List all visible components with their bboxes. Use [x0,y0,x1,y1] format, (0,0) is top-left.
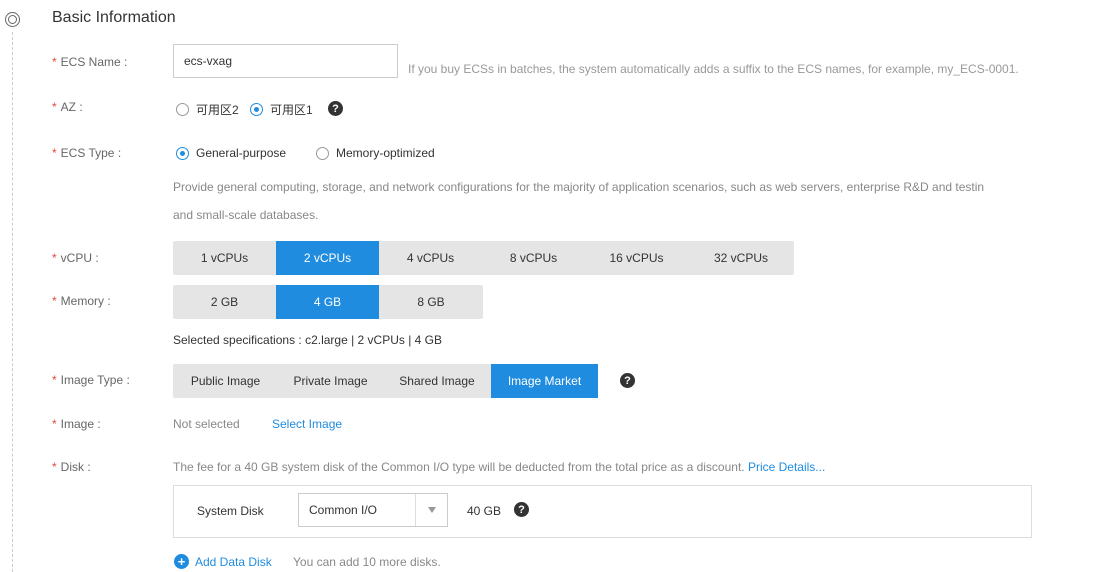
disk-notice: The fee for a 40 GB system disk of the C… [173,460,826,474]
image-type-selector: Public Image Private Image Shared Image … [173,364,598,398]
question-icon[interactable]: ? [514,502,529,517]
section-timeline [12,32,13,572]
disk-label: * Disk : [52,460,91,474]
radio-circle [250,103,263,116]
az-option-1[interactable]: 可用区1 [250,101,313,118]
image-type-market[interactable]: Image Market [491,364,598,398]
ecs-type-memory-optimized[interactable]: Memory-optimized [316,146,435,160]
select-image-link[interactable]: Select Image [272,417,342,431]
image-type-private[interactable]: Private Image [278,364,383,398]
vcpu-selector: 1 vCPUs 2 vCPUs 4 vCPUs 8 vCPUs 16 vCPUs… [173,241,794,275]
plus-circle-icon[interactable]: + [174,554,189,569]
circle-dot-icon [5,12,20,27]
price-details-link[interactable]: Price Details... [748,460,825,474]
add-data-disk-link[interactable]: Add Data Disk [195,555,272,569]
question-icon[interactable]: ? [620,373,635,388]
image-type-label: * Image Type : [52,373,130,387]
vcpu-option-1[interactable]: 1 vCPUs [173,241,276,275]
vcpu-option-8[interactable]: 8 vCPUs [482,241,585,275]
question-icon[interactable]: ? [328,101,343,116]
memory-selector: 2 GB 4 GB 8 GB [173,285,483,319]
vcpu-label: * vCPU : [52,251,99,265]
radio-circle [316,146,329,160]
vcpu-option-16[interactable]: 16 vCPUs [585,241,688,275]
az-option-2[interactable]: 可用区2 [176,101,239,118]
vcpu-option-2[interactable]: 2 vCPUs [276,241,379,275]
add-disk-hint: You can add 10 more disks. [293,555,441,569]
radio-circle [176,103,189,116]
ecs-name-input[interactable] [173,44,398,78]
radio-circle [176,146,189,160]
ecs-type-general-purpose[interactable]: General-purpose [176,146,286,160]
ecs-type-label: * ECS Type : [52,146,122,160]
memory-option-4gb[interactable]: 4 GB [276,285,379,319]
ecs-type-description: Provide general computing, storage, and … [173,180,985,194]
triangle-down-icon [415,494,447,526]
memory-label: * Memory : [52,294,111,308]
image-label: * Image : [52,417,101,431]
ecs-name-label: * ECS Name : [52,55,128,69]
vcpu-option-32[interactable]: 32 vCPUs [688,241,794,275]
az-label: * AZ : [52,100,83,114]
ecs-name-hint: If you buy ECSs in batches, the system a… [408,62,1019,76]
disk-size: 40 GB [467,504,502,518]
memory-option-8gb[interactable]: 8 GB [379,285,483,319]
system-disk-label: System Disk [197,504,264,518]
selected-specifications: Selected specifications : c2.large | 2 v… [173,333,443,347]
ecs-type-description-cont: and small-scale databases. [173,208,319,222]
image-status: Not selected [173,417,240,431]
section-title: Basic Information [52,9,176,26]
image-type-public[interactable]: Public Image [173,364,278,398]
memory-option-2gb[interactable]: 2 GB [173,285,276,319]
disk-type-select[interactable]: Common I/O [298,493,448,527]
image-type-shared[interactable]: Shared Image [383,364,491,398]
vcpu-option-4[interactable]: 4 vCPUs [379,241,482,275]
